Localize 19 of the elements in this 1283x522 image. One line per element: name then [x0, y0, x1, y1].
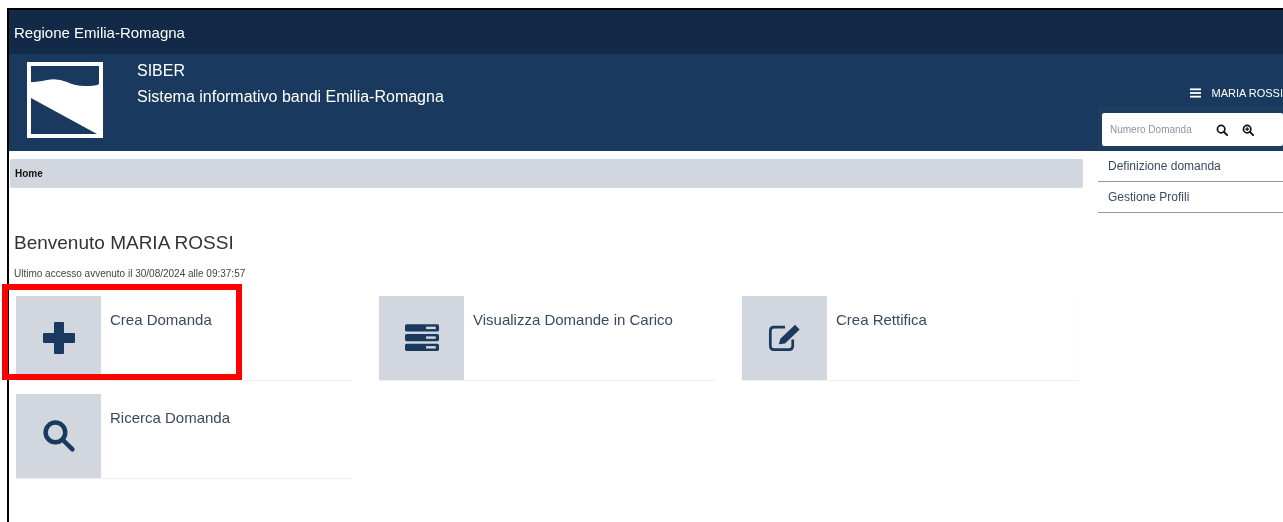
action-tile[interactable]: Visualizza Domande in Carico [379, 296, 715, 380]
user-name[interactable]: MARIA ROSSI [1211, 87, 1283, 99]
plus-icon [41, 321, 76, 355]
last-access-text: Ultimo accesso avvenuto il 30/08/2024 alle 09:37:57 [14, 268, 247, 279]
welcome-heading: Benvenuto MARIA ROSSI [14, 232, 235, 254]
action-tile[interactable]: Ricerca Domanda [16, 394, 352, 478]
action-tile[interactable]: Crea Domanda [16, 296, 352, 380]
search-icon [41, 419, 76, 453]
side-menu-item[interactable]: Gestione Profili [1098, 182, 1283, 213]
region-title: Regione Emilia-Romagna [14, 23, 185, 41]
app-subtitle: Sistema informativo bandi Emilia-Romagna [137, 88, 444, 106]
logo-icon [27, 62, 103, 138]
app-name: SIBER [137, 62, 186, 80]
menu-icon[interactable] [1190, 88, 1202, 98]
breadcrumb-link[interactable]: Home [15, 168, 43, 179]
action-tile[interactable]: Crea Rettifica [742, 296, 1078, 380]
side-menu-item[interactable]: Definizione domanda [1098, 151, 1283, 182]
zoom-in-icon[interactable] [1242, 123, 1254, 136]
search-icon[interactable] [1216, 123, 1228, 136]
